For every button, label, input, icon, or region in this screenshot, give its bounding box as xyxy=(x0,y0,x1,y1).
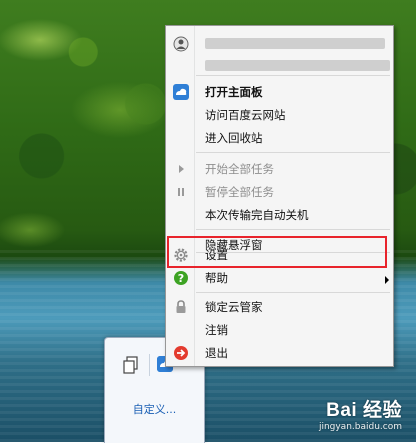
menu-item-label: 注销 xyxy=(205,323,228,337)
menu-item-pause-all-tasks: 暂停全部任务 xyxy=(167,181,392,204)
menu-item-label: 访问百度云网站 xyxy=(205,108,286,122)
customize-link[interactable]: 自定义... xyxy=(105,401,204,417)
help-icon: ? xyxy=(174,271,188,285)
menu-item-label: 打开主面板 xyxy=(205,85,263,99)
account-name-blurred xyxy=(205,38,385,49)
watermark-brand: Bai 经验 xyxy=(326,400,402,421)
menu-item-lock[interactable]: 锁定云管家 xyxy=(167,296,392,319)
menu-item-label: 帮助 xyxy=(205,271,228,285)
menu-item-start-all-tasks: 开始全部任务 xyxy=(167,158,392,181)
account-quota-blurred xyxy=(205,60,390,71)
cloud-icon xyxy=(173,84,189,100)
exit-icon xyxy=(174,346,188,360)
menu-item-exit[interactable]: 退出 xyxy=(167,342,392,365)
menu-item-label: 退出 xyxy=(205,346,228,360)
lock-icon xyxy=(176,300,186,313)
play-icon xyxy=(179,165,184,173)
menu-item-label: 暂停全部任务 xyxy=(205,185,274,199)
menu-item-open-main-panel[interactable]: 打开主面板 xyxy=(167,81,392,104)
menu-item-auto-shutdown[interactable]: 本次传输完自动关机 xyxy=(167,204,392,227)
menu-separator xyxy=(196,292,390,293)
watermark-url: jingyan.baidu.com xyxy=(318,422,402,432)
menu-item-label: 本次传输完自动关机 xyxy=(205,208,309,222)
context-menu: 打开主面板 访问百度云网站 进入回收站 开始全部任务 暂停全部任务 本次传输完自… xyxy=(165,25,394,367)
menu-item-recycle-bin[interactable]: 进入回收站 xyxy=(167,127,392,150)
submenu-arrow-icon xyxy=(385,276,389,284)
menu-separator xyxy=(196,152,390,153)
menu-separator xyxy=(196,75,390,76)
menu-item-settings[interactable]: 设置 xyxy=(167,246,392,269)
copy-tray-icon[interactable] xyxy=(123,356,139,374)
avatar-icon xyxy=(173,36,189,52)
menu-item-help[interactable]: ? 帮助 xyxy=(167,268,392,291)
menu-separator xyxy=(196,229,390,230)
menu-item-label: 锁定云管家 xyxy=(205,300,263,314)
gear-icon xyxy=(174,248,188,262)
pause-icon xyxy=(178,188,184,196)
menu-item-logout[interactable]: 注销 xyxy=(167,319,392,342)
watermark: Bai 经验 jingyan.baidu.com xyxy=(319,395,402,432)
menu-item-label: 设置 xyxy=(205,248,228,262)
account-header xyxy=(167,32,392,72)
menu-item-label: 开始全部任务 xyxy=(205,162,274,176)
menu-item-label: 进入回收站 xyxy=(205,131,263,145)
menu-item-visit-website[interactable]: 访问百度云网站 xyxy=(167,104,392,127)
tray-separator xyxy=(149,354,150,376)
svg-text:?: ? xyxy=(178,272,184,285)
